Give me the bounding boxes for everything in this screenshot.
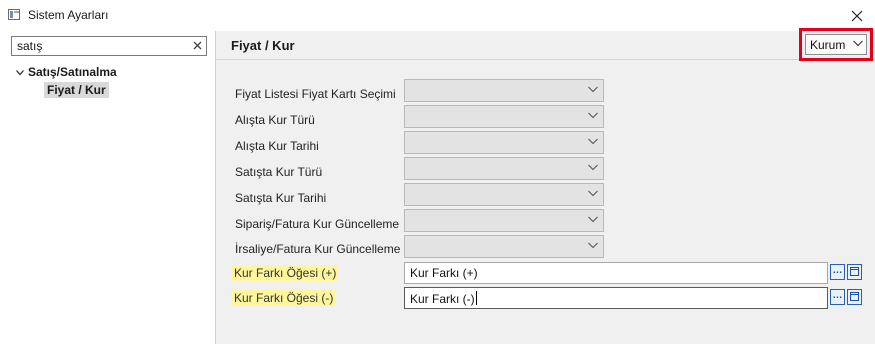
window-title: Sistem Ayarları bbox=[28, 8, 109, 22]
text-caret bbox=[475, 291, 477, 305]
lookup-browse-button[interactable]: … bbox=[830, 264, 845, 280]
app-icon bbox=[8, 9, 20, 20]
lookup-value: Kur Farkı (+) bbox=[410, 266, 478, 280]
title-bar: Sistem Ayarları bbox=[0, 0, 875, 31]
search-box bbox=[11, 36, 207, 56]
setting-label: Alışta Kur Türü bbox=[235, 113, 315, 127]
setting-dropdown[interactable] bbox=[404, 209, 604, 232]
scope-dropdown-value: Kurum bbox=[810, 38, 846, 52]
lookup-field[interactable]: Kur Farkı (+) bbox=[404, 262, 828, 284]
lookup-browse-button[interactable]: … bbox=[830, 289, 845, 305]
setting-label: Alışta Kur Tarihi bbox=[235, 139, 319, 153]
settings-tree-panel: Satış/Satınalma Fiyat / Kur bbox=[0, 31, 216, 344]
section-title: Fiyat / Kur bbox=[231, 38, 295, 53]
setting-label: Sipariş/Fatura Kur Güncelleme bbox=[235, 217, 400, 231]
setting-dropdown[interactable] bbox=[404, 183, 604, 206]
chevron-down-icon bbox=[588, 86, 598, 93]
chevron-down-icon bbox=[588, 216, 598, 223]
setting-dropdown[interactable] bbox=[404, 105, 604, 128]
tree-node-satis-satinalma[interactable]: Satış/Satınalma bbox=[16, 65, 117, 79]
setting-label: Fiyat Listesi Fiyat Kartı Seçimi bbox=[235, 87, 396, 101]
setting-label-highlighted: Kur Farkı Öğesi (-) bbox=[232, 290, 336, 306]
setting-label: Satışta Kur Tarihi bbox=[235, 191, 327, 205]
tree-node-fiyat-kur[interactable]: Fiyat / Kur bbox=[44, 82, 109, 98]
chevron-down-icon bbox=[588, 190, 598, 197]
lookup-field[interactable]: Kur Farkı (-) bbox=[404, 287, 828, 309]
setting-label-highlighted: Kur Farkı Öğesi (+) bbox=[232, 265, 339, 281]
chevron-down-icon bbox=[853, 40, 863, 47]
lookup-open-icon[interactable] bbox=[847, 264, 862, 280]
search-input[interactable] bbox=[12, 37, 187, 55]
setting-dropdown[interactable] bbox=[404, 79, 604, 102]
scope-highlight-box: Kurum bbox=[799, 28, 873, 61]
chevron-down-icon bbox=[588, 164, 598, 171]
section-header: Fiyat / Kur Kurum bbox=[216, 28, 875, 61]
setting-label: Satışta Kur Türü bbox=[235, 165, 323, 179]
scope-dropdown[interactable]: Kurum bbox=[805, 34, 867, 55]
setting-label: İrsaliye/Fatura Kur Güncelleme bbox=[235, 242, 401, 256]
lookup-open-icon[interactable] bbox=[847, 289, 862, 305]
clear-search-icon[interactable] bbox=[193, 38, 202, 54]
chevron-down-icon bbox=[588, 112, 598, 119]
lookup-value: Kur Farkı (-) bbox=[410, 291, 477, 306]
close-icon bbox=[851, 10, 863, 21]
close-button[interactable] bbox=[839, 0, 875, 31]
tree-node-label: Satış/Satınalma bbox=[28, 65, 117, 79]
setting-dropdown[interactable] bbox=[404, 235, 604, 258]
setting-dropdown[interactable] bbox=[404, 157, 604, 180]
chevron-down-icon bbox=[588, 242, 598, 249]
setting-dropdown[interactable] bbox=[404, 131, 604, 154]
settings-detail-panel: Fiyat / Kur Kurum Fiyat Listesi Fiyat Ka… bbox=[216, 28, 875, 344]
chevron-down-icon bbox=[588, 138, 598, 145]
chevron-down-icon[interactable] bbox=[16, 68, 28, 78]
